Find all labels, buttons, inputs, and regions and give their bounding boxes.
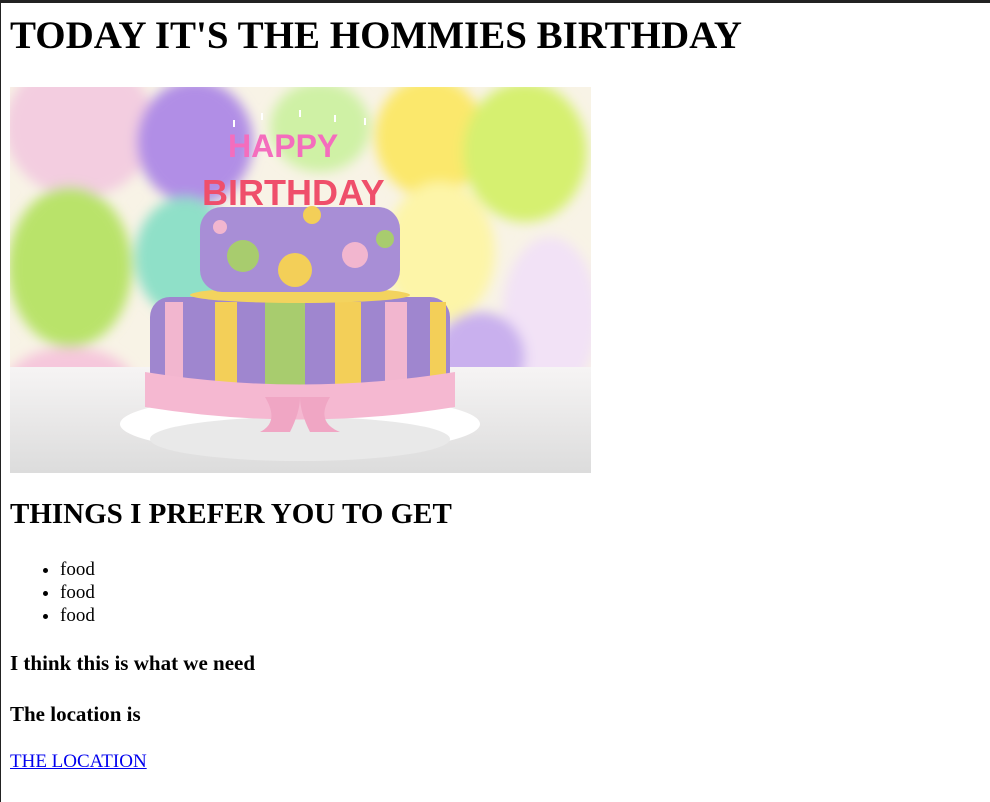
wishlist-heading: THINGS I PREFER YOU TO GET [10,498,452,530]
svg-text:BIRTHDAY: BIRTHDAY [202,172,385,213]
svg-text:HAPPY: HAPPY [228,128,338,164]
location-heading: The location is [10,702,141,726]
need-text: I think this is what we need [10,651,256,675]
window-left-border [0,0,1,802]
location-link[interactable]: THE LOCATION [10,751,147,773]
birthday-cake-image: HAPPY BIRTHDAY [10,87,591,473]
wishlist: food food food [10,558,95,627]
list-item: food [60,604,95,627]
list-item: food [60,558,95,581]
page-title: TODAY IT'S THE HOMMIES BIRTHDAY [10,14,742,57]
window-top-border [0,0,990,3]
list-item: food [60,581,95,604]
